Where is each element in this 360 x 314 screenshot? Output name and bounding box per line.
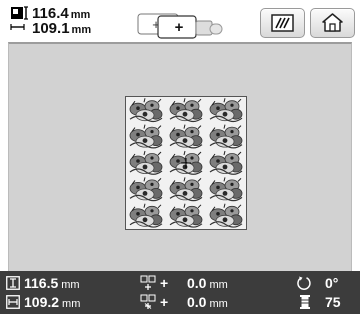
- status-width-readout: 109.2 mm: [24, 294, 80, 312]
- horizontal-offset-readout: 0.0 mm: [187, 294, 228, 312]
- status-height-value: 116.5: [24, 275, 59, 291]
- horizontal-offset-icon: [140, 294, 156, 309]
- embroidery-flower-icon: [209, 203, 243, 228]
- horizontal-offset-value: 0.0: [187, 294, 207, 310]
- embroidery-flower-icon: [209, 124, 243, 149]
- embroidery-edit-area[interactable]: [8, 42, 352, 271]
- vertical-offset-readout: 0.0 mm: [187, 275, 228, 293]
- stitch-edit-icon: [271, 14, 294, 32]
- embroidery-flower-icon: [209, 98, 243, 123]
- embroidery-flower-icon: [129, 177, 163, 202]
- width-icon: [6, 295, 20, 309]
- design-height-unit: mm: [71, 24, 92, 36]
- status-width-unit: mm: [62, 298, 81, 310]
- vertical-offset-unit: mm: [209, 279, 228, 291]
- header-bar: 116.4 mm 109.1 mm + +: [0, 0, 360, 42]
- rotation-icon: [297, 276, 311, 290]
- design-pattern-grid: [129, 98, 243, 228]
- status-height-readout: 116.5 mm: [24, 275, 80, 293]
- embroidery-flower-icon: [169, 203, 203, 228]
- horizontal-offset-unit: mm: [209, 298, 228, 310]
- vertical-offset-sign: +: [160, 275, 169, 291]
- hoop-selector[interactable]: + +: [136, 11, 236, 41]
- embroidery-design[interactable]: [125, 96, 247, 230]
- embroidery-flower-icon: [129, 98, 163, 123]
- thread-count: 75: [325, 294, 341, 310]
- embroidery-flower-icon: [129, 124, 163, 149]
- embroidery-flower-icon: [169, 124, 203, 149]
- horizontal-offset-sign: +: [160, 294, 169, 310]
- design-size-icon: [10, 6, 28, 30]
- height-icon: [6, 276, 20, 290]
- vertical-offset-value: 0.0: [187, 275, 207, 291]
- embroidery-flower-icon: [209, 177, 243, 202]
- status-height-unit: mm: [61, 279, 80, 291]
- design-width-unit: mm: [70, 9, 91, 21]
- embroidery-edit-screen: 116.4 mm 109.1 mm + + 116.5 mm 109.2 mm …: [0, 0, 360, 314]
- design-height-value: 109.1: [32, 20, 70, 37]
- hoop-right-symbol: +: [175, 19, 184, 36]
- embroidery-flower-icon: [129, 150, 163, 175]
- status-bar: 116.5 mm 109.2 mm + 0.0 mm + 0.0 mm 0° 7…: [0, 271, 360, 314]
- thread-spool-icon: [300, 295, 310, 309]
- home-button[interactable]: [310, 8, 355, 38]
- embroidery-flower-icon: [169, 177, 203, 202]
- vertical-offset-icon: [140, 275, 156, 290]
- embroidery-flower-icon: [169, 98, 203, 123]
- status-width-value: 109.2: [24, 294, 60, 310]
- design-height-readout: 109.1 mm: [32, 21, 91, 38]
- home-icon: [322, 13, 343, 32]
- stitch-edit-button[interactable]: [260, 8, 305, 38]
- embroidery-flower-icon: [209, 150, 243, 175]
- embroidery-flower-icon: [129, 203, 163, 228]
- rotation-value: 0°: [325, 275, 339, 291]
